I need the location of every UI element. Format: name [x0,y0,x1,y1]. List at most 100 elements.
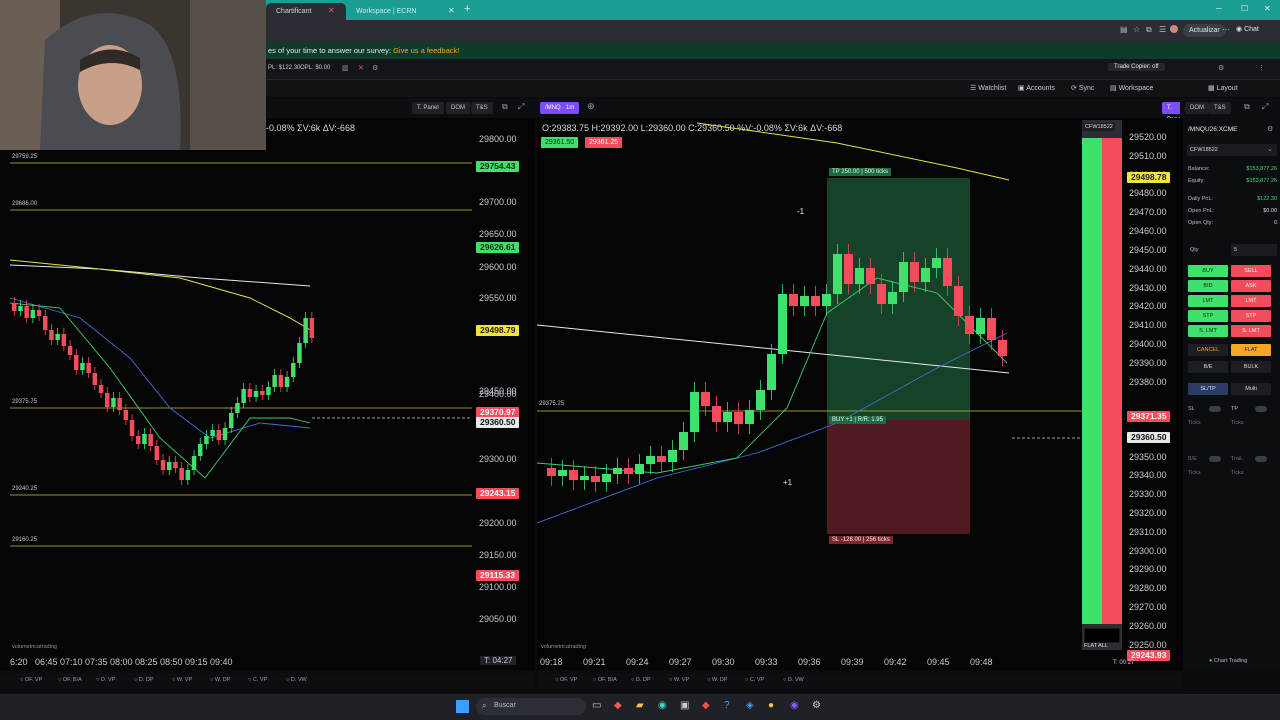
minimize-icon[interactable]: ─ [1216,4,1222,13]
left-chart[interactable]: -0.08% ΣV:6k ΔV:-668 29800.00 29700.00 296… [0,118,535,670]
more-icon[interactable]: ⋮ [1258,64,1265,72]
chrome-icon[interactable]: ● [768,700,774,711]
browser-tab[interactable]: Workspace | ECRN [346,3,456,20]
symbol-selector[interactable]: /MNQ · 1m [540,102,580,114]
more-icon[interactable]: ⋯ [1222,25,1230,34]
stop-loss-zone[interactable] [827,420,970,534]
bid-button[interactable]: BID [1188,280,1228,292]
taskbar-search[interactable]: ⌕ Buscar [476,698,586,715]
left-studies-bar: ○ OF. VP ○ OF. B/A ○ D. VP ○ D. DP ○ W. VP ○ … [0,673,535,689]
buy-limit-button[interactable]: LMT [1188,295,1228,307]
reader-icon[interactable]: ▤ [1120,25,1128,34]
watchlist-button[interactable]: ☰ Watchlist [970,84,1006,92]
flat-button[interactable]: FLAT [1231,344,1271,356]
clipboard-icon[interactable]: ▥ [342,64,349,72]
chart-trading-label: Chart Trading [1213,658,1248,664]
candle-body [558,470,567,476]
new-tab-icon[interactable]: + [464,3,470,15]
folder-icon[interactable]: ▰ [636,700,644,711]
task-view-icon[interactable]: ▭ [592,700,601,711]
store-icon[interactable]: ▣ [680,700,689,711]
feedback-link[interactable]: Give us a feedback! [393,46,459,55]
app-icon[interactable]: ◈ [746,700,754,711]
time-tick: 09:40 [210,657,233,667]
right-studies-bar: ○ OF. VP ○ OF. B/A ○ D. DP ○ W. VP ○ W. DP ○ … [537,673,1183,689]
chat-button[interactable]: ◉ Chat [1236,25,1259,33]
accounts-button[interactable]: ▣ Accounts [1018,84,1055,92]
sell-stop-button[interactable]: STP [1231,310,1271,322]
tab-multi[interactable]: Multi [1231,383,1271,395]
candle-body [92,373,98,385]
ts-button[interactable]: T&S [1209,102,1231,114]
settings-icon[interactable]: ⚙ [812,700,821,711]
ask-button[interactable]: ASK [1231,280,1271,292]
layout-button[interactable]: ▦ Layout [1208,84,1238,92]
expand-icon[interactable]: ⤢ [1262,102,1268,112]
update-button[interactable]: Actualizar [1183,24,1226,37]
buy-stop-limit-button[interactable]: S. LMT [1188,325,1228,337]
level-label: 29375.25 [539,401,565,407]
search-placeholder: Buscar [494,702,516,709]
chart-trading-toggle[interactable]: ● Chart Trading [1209,658,1247,664]
app-icon[interactable]: ◆ [614,700,622,711]
tp-toggle[interactable] [1255,406,1267,412]
trail-toggle[interactable] [1255,456,1267,462]
be-toggle[interactable] [1209,456,1221,462]
settings-icon[interactable]: ⚙ [1267,125,1273,133]
bulk-button[interactable]: BULK [1231,361,1271,373]
popout-icon[interactable]: ⧉ [1244,102,1250,112]
flat-all-button[interactable]: FLAT ALL [1084,643,1108,649]
ticks-label: Ticks [1231,420,1244,426]
favorite-icon[interactable]: ☆ [1133,25,1140,34]
app-icon[interactable]: ◉ [790,700,799,711]
close-icon[interactable]: ✕ [448,6,455,15]
price-tick: 29410.00 [1129,320,1167,330]
candle-body [297,343,302,363]
trade-symbol[interactable]: /MNQU26:XCME [1188,126,1237,133]
breakeven-button[interactable]: B/E [1188,361,1228,373]
gear-icon[interactable]: ⚙ [1218,64,1224,72]
take-profit-zone[interactable] [827,178,970,420]
buy-button[interactable]: BUY [1188,265,1228,277]
sell-stop-limit-button[interactable]: S. LMT [1231,325,1271,337]
edge-icon[interactable]: ◉ [658,700,667,711]
window-close-icon[interactable]: ✕ [1264,4,1271,13]
extensions-icon[interactable]: ⧉ [1146,25,1152,35]
open-pnl-value: $0.00 [1263,208,1277,214]
dom-button[interactable]: DOM [1185,102,1209,114]
sell-button[interactable]: SELL [1231,265,1271,277]
cancel-button[interactable]: CANCEL [1188,344,1228,356]
buy-stop-button[interactable]: STP [1188,310,1228,322]
entry-label[interactable]: BUY +1 | R/R: 1.95 [829,416,886,424]
close-positions-icon[interactable]: ✕ [358,64,364,72]
dom-button[interactable]: DOM [446,102,470,114]
expand-icon[interactable]: ⤢ [518,102,524,112]
study-toggle: ○ C. VP [745,677,765,683]
help-icon[interactable]: ? [724,700,730,711]
qty-stepper[interactable]: 5 [1231,244,1277,256]
right-chart[interactable]: O:29383.75 H:29392.00 L:29360.00 C:29360… [537,118,1183,670]
candle-body [844,254,853,284]
trade-copier-status[interactable]: Trade Copier: off [1108,63,1165,71]
sell-limit-button[interactable]: LMT [1231,295,1271,307]
popout-icon[interactable]: ⧉ [502,102,508,112]
collections-icon[interactable]: ☰ [1159,25,1166,34]
candle-body [734,412,743,424]
maximize-icon[interactable]: ☐ [1241,4,1248,13]
account-select[interactable]: CFW18522 ⌄ [1187,144,1277,156]
start-icon[interactable] [456,700,469,713]
profile-avatar[interactable] [1170,25,1178,33]
stop-loss-label[interactable]: SL -128.00 | 256 ticks [829,536,893,544]
sl-toggle[interactable] [1209,406,1221,412]
trade-panel-button[interactable]: T. Panel [412,102,444,114]
sync-button[interactable]: ⟳ Sync [1071,84,1094,92]
add-symbol-icon[interactable]: ⊕ [587,101,595,112]
app-icon[interactable]: ◆ [702,700,710,711]
tab-sltp[interactable]: SL/TP [1188,383,1228,395]
study-toggle: ○ D. DP [631,677,651,683]
close-icon[interactable]: ✕ [328,6,335,15]
take-profit-label[interactable]: TP 250.00 | 500 ticks [829,168,892,176]
workspace-button[interactable]: ▤ Workspace [1110,84,1153,92]
ts-button[interactable]: T&S [471,102,493,114]
settings-icon[interactable]: ⚙ [372,64,378,72]
